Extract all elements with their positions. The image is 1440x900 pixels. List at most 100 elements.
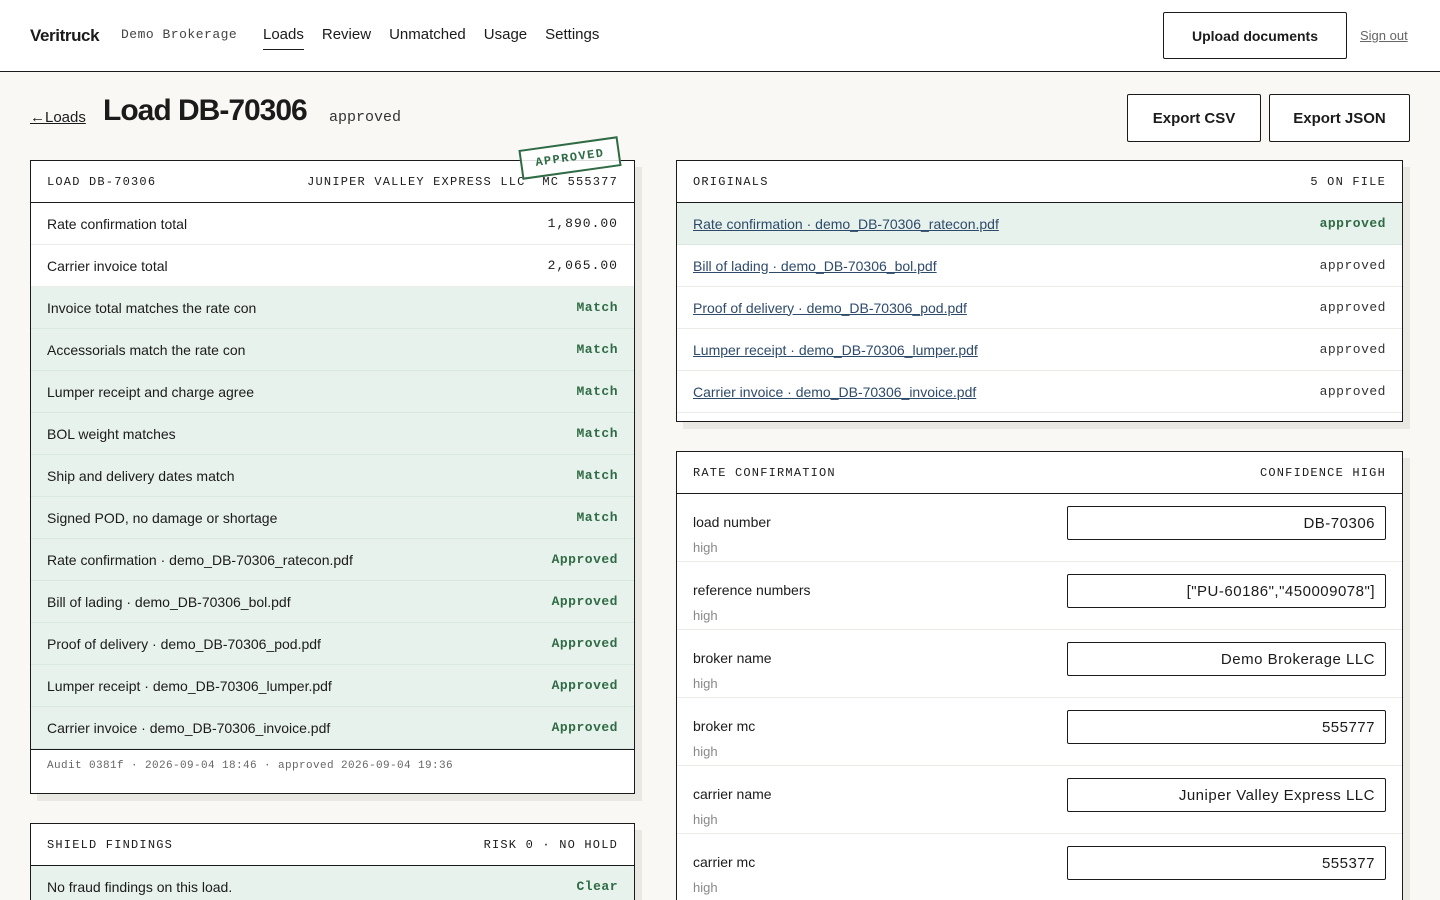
- original-doc-status: approved: [1319, 216, 1386, 231]
- check-label: Proof of delivery · demo_DB-70306_pod.pd…: [47, 635, 321, 652]
- field-confidence: high: [693, 540, 718, 555]
- check-row: Signed POD, no damage or shortage Match: [31, 497, 634, 539]
- original-doc-row: Rate confirmation · demo_DB-70306_rateco…: [677, 203, 1402, 245]
- field-value-input[interactable]: [1067, 778, 1386, 812]
- check-row: Lumper receipt and charge agree Match: [31, 371, 634, 413]
- field-confidence: high: [693, 744, 718, 759]
- check-row: Rate confirmation · demo_DB-70306_rateco…: [31, 539, 634, 581]
- check-label: Carrier invoice · demo_DB-70306_invoice.…: [47, 719, 331, 736]
- original-doc-row: Lumper receipt · demo_DB-70306_lumper.pd…: [677, 329, 1402, 371]
- nav-settings[interactable]: Settings: [545, 26, 599, 50]
- field-value-input[interactable]: [1067, 710, 1386, 744]
- original-doc-link[interactable]: Lumper receipt · demo_DB-70306_lumper.pd…: [693, 342, 978, 358]
- org-name: Demo Brokerage: [121, 27, 238, 42]
- ratecon-field: carrier mc high: [677, 834, 1402, 900]
- original-doc-link[interactable]: Carrier invoice · demo_DB-70306_invoice.…: [693, 384, 976, 400]
- shield-card-title: SHIELD FINDINGS: [47, 837, 174, 852]
- nav-unmatched[interactable]: Unmatched: [389, 26, 466, 50]
- audit-line: Audit 0381f · 2026-09-04 18:46 · approve…: [31, 749, 634, 782]
- check-result: Approved: [551, 720, 618, 735]
- back-to-loads-link[interactable]: ←Loads: [30, 109, 86, 126]
- original-doc-status: approved: [1319, 384, 1386, 399]
- check-row: Ship and delivery dates match Match: [31, 455, 634, 497]
- ratecon-field: broker mc high: [677, 698, 1402, 766]
- export-csv-button[interactable]: Export CSV: [1127, 94, 1261, 142]
- originals-list: Rate confirmation · demo_DB-70306_rateco…: [677, 203, 1402, 413]
- field-label: carrier name: [693, 786, 772, 802]
- ratecon-card-header: RATE CONFIRMATION CONFIDENCE HIGH: [677, 452, 1402, 494]
- page-title: Load DB-70306: [103, 94, 308, 127]
- original-doc-status: approved: [1319, 258, 1386, 273]
- shield-finding-result: Clear: [576, 879, 618, 894]
- original-doc-status: approved: [1319, 342, 1386, 357]
- ratecon-field: carrier name high: [677, 766, 1402, 834]
- load-card-carrier: JUNIPER VALLEY EXPRESS LLC MC 555377: [307, 175, 618, 189]
- rate-confirmation-card: RATE CONFIRMATION CONFIDENCE HIGH load n…: [676, 451, 1403, 900]
- original-doc-link[interactable]: Proof of delivery · demo_DB-70306_pod.pd…: [693, 300, 967, 316]
- check-row: Carrier invoice · demo_DB-70306_invoice.…: [31, 707, 634, 749]
- check-row: BOL weight matches Match: [31, 413, 634, 455]
- shield-risk-summary: RISK 0 · NO HOLD: [483, 837, 618, 852]
- check-result: Match: [576, 468, 618, 483]
- field-label: reference numbers: [693, 582, 811, 598]
- check-label: Rate confirmation · demo_DB-70306_rateco…: [47, 551, 353, 568]
- field-label: broker mc: [693, 718, 756, 734]
- check-result: Approved: [551, 552, 618, 567]
- original-doc-link[interactable]: Bill of lading · demo_DB-70306_bol.pdf: [693, 258, 937, 274]
- check-label: Ship and delivery dates match: [47, 467, 235, 484]
- field-value-input[interactable]: [1067, 846, 1386, 880]
- shield-findings-card: SHIELD FINDINGS RISK 0 · NO HOLD No frau…: [30, 823, 635, 900]
- original-doc-row: Proof of delivery · demo_DB-70306_pod.pd…: [677, 287, 1402, 329]
- nav-review[interactable]: Review: [322, 26, 371, 50]
- total-value: 1,890.00: [547, 216, 618, 231]
- field-label: carrier mc: [693, 854, 756, 870]
- total-row: Carrier invoice total 2,065.00: [31, 245, 634, 287]
- total-label: Rate confirmation total: [47, 215, 188, 232]
- field-value-input[interactable]: [1067, 574, 1386, 608]
- ratecon-field: load number high: [677, 494, 1402, 562]
- check-row: Invoice total matches the rate con Match: [31, 287, 634, 329]
- ratecon-field: reference numbers high: [677, 562, 1402, 630]
- load-status: approved: [329, 109, 402, 126]
- original-doc-row: Carrier invoice · demo_DB-70306_invoice.…: [677, 371, 1402, 413]
- shield-card-header: SHIELD FINDINGS RISK 0 · NO HOLD: [31, 824, 634, 866]
- main-nav: Loads Review Unmatched Usage Settings: [263, 26, 617, 50]
- check-label: Accessorials match the rate con: [47, 341, 246, 358]
- field-label: broker name: [693, 650, 772, 666]
- nav-usage[interactable]: Usage: [484, 26, 527, 50]
- sign-out-link[interactable]: Sign out: [1360, 28, 1408, 43]
- field-confidence: high: [693, 676, 718, 691]
- ratecon-card-title: RATE CONFIRMATION: [693, 465, 836, 480]
- check-result: Match: [576, 342, 618, 357]
- original-doc-link[interactable]: Rate confirmation · demo_DB-70306_rateco…: [693, 216, 999, 232]
- check-result: Match: [576, 300, 618, 315]
- originals-card-header: ORIGINALS 5 ON FILE: [677, 161, 1402, 203]
- export-json-button[interactable]: Export JSON: [1269, 94, 1410, 142]
- ratecon-field-list: load numberhighreference numbershighbrok…: [677, 494, 1402, 900]
- field-value-input[interactable]: [1067, 506, 1386, 540]
- field-label: load number: [693, 514, 771, 530]
- check-result: Approved: [551, 678, 618, 693]
- originals-card-title: ORIGINALS: [693, 174, 769, 189]
- upload-documents-button[interactable]: Upload documents: [1163, 12, 1347, 59]
- check-result: Match: [576, 384, 618, 399]
- original-doc-row: Bill of lading · demo_DB-70306_bol.pdf ap…: [677, 245, 1402, 287]
- check-row: Accessorials match the rate con Match: [31, 329, 634, 371]
- check-row: Proof of delivery · demo_DB-70306_pod.pd…: [31, 623, 634, 665]
- load-check-list: Rate confirmation total 1,890.00 Carrier i…: [31, 203, 634, 749]
- field-value-input[interactable]: [1067, 642, 1386, 676]
- check-label: Invoice total matches the rate con: [47, 299, 257, 316]
- ratecon-confidence: CONFIDENCE HIGH: [1259, 465, 1386, 480]
- check-result: Approved: [551, 594, 618, 609]
- brand-logo[interactable]: Veritruck: [30, 26, 100, 46]
- top-bar: Veritruck Demo Brokerage Loads Review Un…: [0, 0, 1440, 72]
- check-label: Bill of lading · demo_DB-70306_bol.pdf: [47, 593, 291, 610]
- original-doc-status: approved: [1319, 300, 1386, 315]
- check-result: Match: [576, 510, 618, 525]
- load-card: LOAD DB-70306 JUNIPER VALLEY EXPRESS LLC…: [30, 160, 635, 794]
- total-row: Rate confirmation total 1,890.00: [31, 203, 634, 245]
- nav-loads[interactable]: Loads: [263, 26, 304, 50]
- shield-finding-row: No fraud findings on this load. Clear: [31, 866, 634, 900]
- originals-count: 5 ON FILE: [1310, 174, 1386, 189]
- ratecon-field: broker name high: [677, 630, 1402, 698]
